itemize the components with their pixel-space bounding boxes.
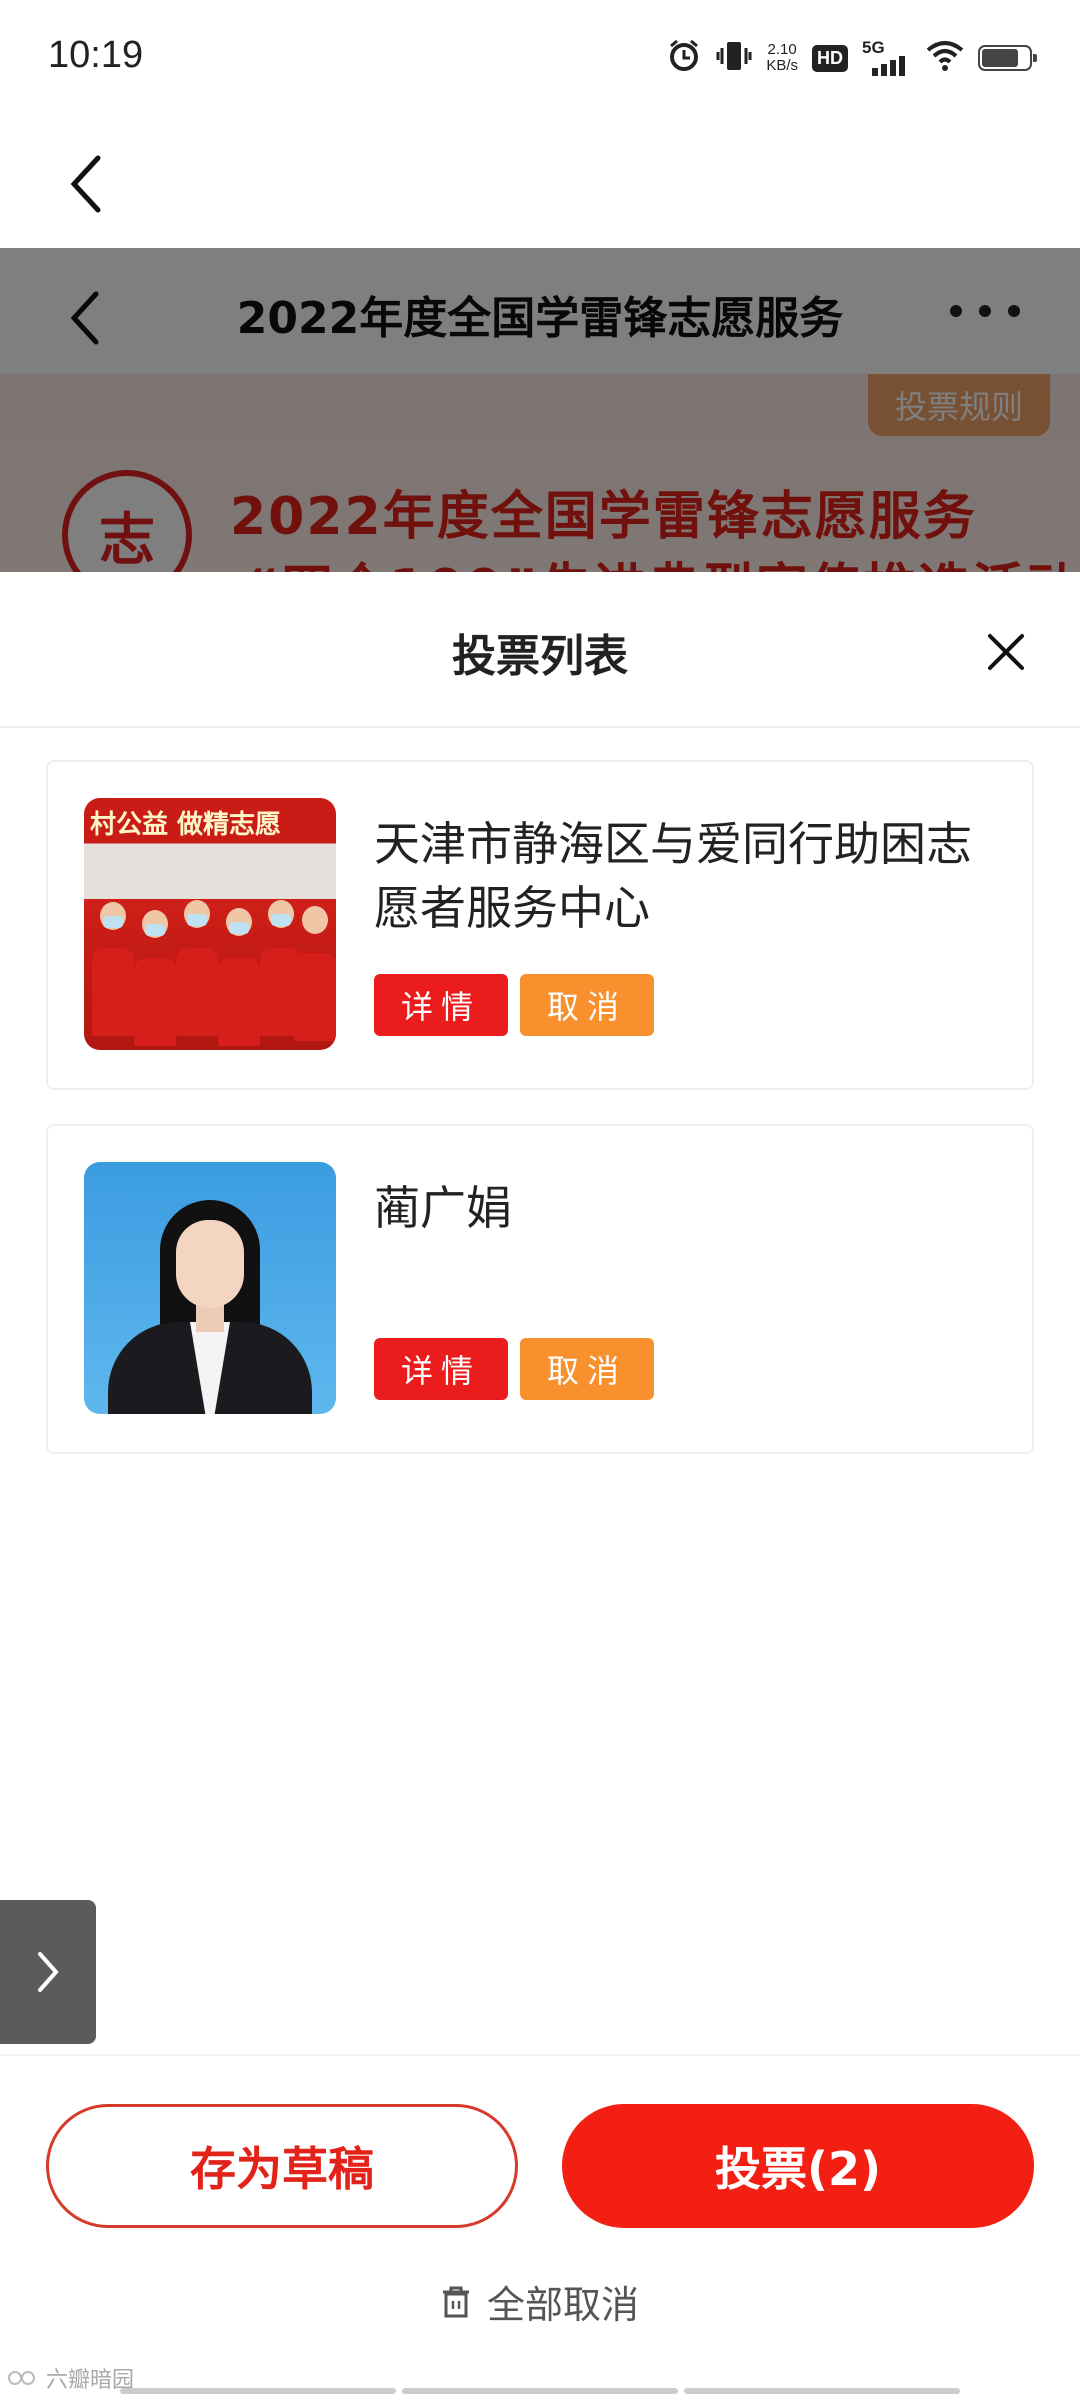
net-speed-value: 2.10 xyxy=(767,41,797,58)
side-expand-tab[interactable] xyxy=(0,1900,96,2044)
item-actions: 详情 取消 xyxy=(374,974,654,1036)
sheet-title: 投票列表 xyxy=(452,631,628,682)
detail-button[interactable]: 详情 xyxy=(374,1338,508,1400)
vote-button[interactable]: 投票(2) xyxy=(562,2104,1034,2228)
candidate-name: 蔺广娟 xyxy=(374,1181,512,1235)
sheet-header: 投票列表 xyxy=(0,572,1080,728)
cancel-all-label: 全部取消 xyxy=(486,2283,639,2327)
chevron-right-icon xyxy=(38,1952,59,1992)
battery-icon xyxy=(978,45,1037,71)
modal-overlay[interactable] xyxy=(0,248,1080,572)
net-speed: 2.10 KB/s xyxy=(766,42,798,74)
candidate-name: 天津市静海区与爱同行助困志愿者服务中心 xyxy=(374,817,972,935)
close-icon xyxy=(988,634,1024,670)
save-draft-button[interactable]: 存为草稿 xyxy=(46,2104,518,2228)
vote-item: 村公益 做精志愿 天津市静海区与爱同行助困志愿者服务中心 详情 取消 xyxy=(46,760,1034,1090)
network-label: 5G xyxy=(862,38,885,57)
alarm-icon xyxy=(666,38,702,78)
chevron-left-icon xyxy=(70,155,101,213)
cancel-all-button[interactable]: 全部取消 xyxy=(0,2274,1080,2329)
back-button[interactable] xyxy=(56,144,116,224)
bottom-action-bar: 存为草稿 投票(2) 全部取消 xyxy=(0,2054,1080,2400)
cancel-vote-button[interactable]: 取消 xyxy=(520,974,654,1036)
close-button[interactable] xyxy=(978,624,1034,680)
cancel-vote-button[interactable]: 取消 xyxy=(520,1338,654,1400)
hd-badge: HD xyxy=(812,44,848,72)
signal-icon: 5G xyxy=(862,38,912,76)
watermark: 六瓣暗园 xyxy=(8,2362,134,2394)
watermark-logo-icon xyxy=(8,2371,35,2385)
status-bar: 10:19 2.10 KB/s HD 5G xyxy=(0,0,1080,116)
trash-icon xyxy=(442,2286,469,2317)
status-time: 10:19 xyxy=(48,34,144,76)
item-actions: 详情 取消 xyxy=(374,1338,654,1400)
home-indicator xyxy=(120,2388,960,2394)
photo-caption: 村公益 做精志愿 xyxy=(90,810,282,840)
candidate-photo: 村公益 做精志愿 xyxy=(84,798,336,1050)
vibrate-icon xyxy=(716,38,752,78)
wifi-icon xyxy=(926,40,964,76)
app-header xyxy=(0,116,1080,248)
candidate-photo xyxy=(84,1162,336,1414)
status-icons: 2.10 KB/s HD 5G xyxy=(666,36,1037,80)
vote-item: 蔺广娟 详情 取消 xyxy=(46,1124,1034,1454)
net-speed-unit: KB/s xyxy=(766,57,798,74)
detail-button[interactable]: 详情 xyxy=(374,974,508,1036)
